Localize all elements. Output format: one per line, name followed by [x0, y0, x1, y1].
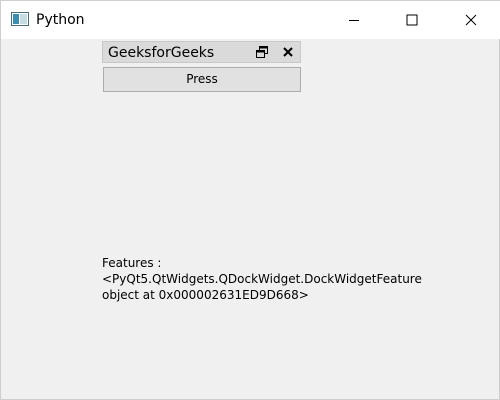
main-window: Python GeeksforGeeks Press Features: <P…: [0, 0, 500, 400]
window-title: Python: [36, 12, 85, 28]
press-button[interactable]: Press: [103, 67, 301, 92]
features-label: Features : <PyQt5.QtWidgets.QDockWidget.…: [102, 256, 422, 302]
python-app-icon: [11, 12, 29, 26]
dock-widget-title-bar[interactable]: GeeksforGeeks: [102, 41, 301, 63]
close-icon[interactable]: [281, 45, 295, 59]
maximize-icon: [406, 14, 418, 26]
maximize-button[interactable]: [389, 1, 435, 39]
dock-widget-title: GeeksforGeeks: [108, 45, 215, 61]
close-window-button[interactable]: [448, 1, 494, 39]
title-bar[interactable]: Python: [1, 1, 500, 39]
minimize-button[interactable]: [331, 1, 377, 39]
float-restore-icon[interactable]: [256, 46, 268, 58]
close-icon: [465, 14, 477, 26]
minimize-icon: [349, 20, 359, 21]
